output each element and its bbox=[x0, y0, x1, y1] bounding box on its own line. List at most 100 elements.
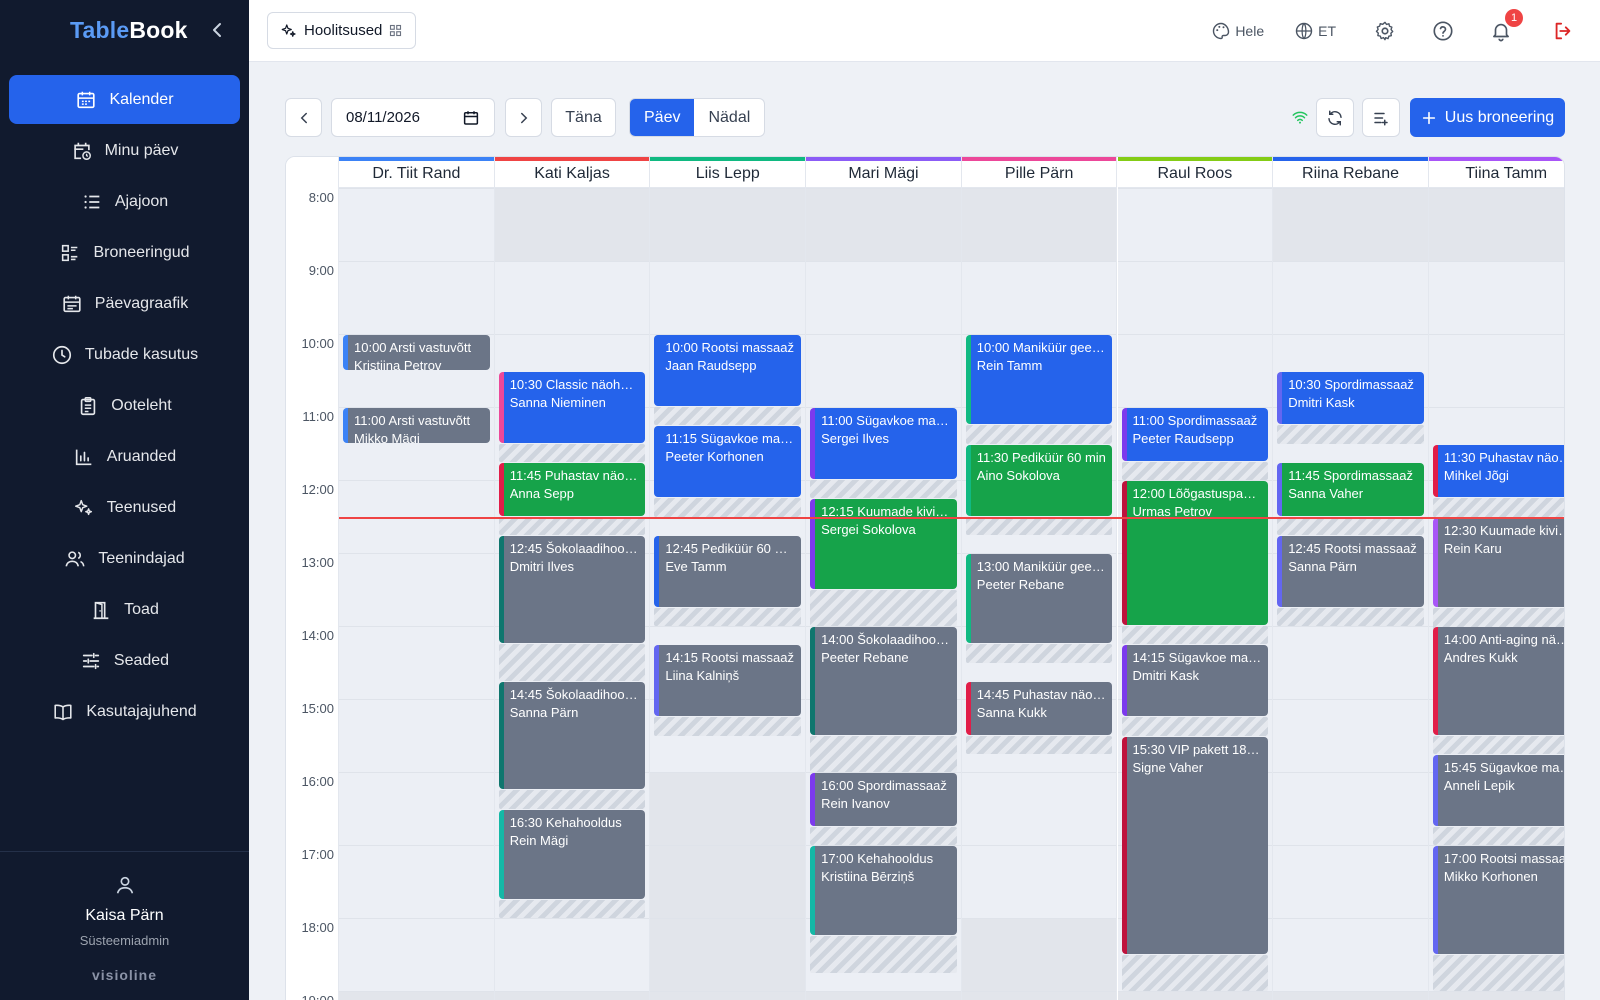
notifications-button[interactable]: 1 bbox=[1490, 9, 1523, 42]
staff-day-slots[interactable]: 11:00 Spordimassaaž Peeter Raudsepp 12:00 … bbox=[1117, 188, 1273, 1000]
appointment-client: Dmitri Kask bbox=[1288, 394, 1355, 410]
date-input[interactable]: 08/11/2026 bbox=[331, 98, 495, 137]
staff-day-slots[interactable]: 11:30 Puhastav näohooldus Mihkel Jõgi 12:3… bbox=[1428, 188, 1564, 1000]
sidebar-item-seaded[interactable]: Seaded bbox=[9, 636, 240, 685]
appointment-card[interactable]: 14:00 Šokolaadihooldus Peeter Rebane bbox=[810, 627, 957, 735]
appointment-card[interactable]: 10:00 Maniküür geellakiga Rein Tamm bbox=[965, 335, 1113, 425]
plus-icon bbox=[1422, 111, 1435, 124]
staff-day-slots[interactable]: 10:00 Arsti vastuvõtt Kristiina Petrov 11:… bbox=[339, 188, 494, 1000]
appointment-card[interactable]: 11:45 Puhastav näohooldus Anna Sepp bbox=[498, 462, 646, 516]
sidebar-item-teenused[interactable]: Teenused bbox=[9, 483, 240, 532]
help-button[interactable] bbox=[1432, 20, 1454, 42]
appointment-card[interactable]: 16:30 Kehahooldus Rein Mägi bbox=[498, 809, 646, 899]
staff-day-slots[interactable]: 10:30 Spordimassaaž Dmitri Kask 11:45 Spor… bbox=[1273, 188, 1428, 1000]
appointment-card[interactable]: 14:45 Puhastav näohooldus Sanna Kukk bbox=[965, 681, 1113, 735]
appointment-card[interactable]: 12:00 Lõõgastuspakett Urmas Petrov bbox=[1121, 481, 1269, 625]
door-icon bbox=[93, 601, 109, 619]
staff-day-slots[interactable]: 11:00 Sügavkoe massaaž Sergei Ilves 12:15 … bbox=[806, 188, 961, 1000]
sidebar-item-kalender[interactable]: Kalender bbox=[9, 75, 240, 124]
appointment-card[interactable]: 11:30 Pediküür 60 min Aino Sokolova bbox=[965, 444, 1113, 516]
appointment-card[interactable]: 17:00 Rootsi massaaž Mikko Korhonen bbox=[1432, 846, 1564, 954]
theme-toggle[interactable]: Hele bbox=[1211, 21, 1264, 41]
appointment-card[interactable]: 10:00 Arsti vastuvõtt Kristiina Petrov bbox=[343, 335, 490, 370]
next-day-button[interactable] bbox=[505, 98, 542, 137]
settings-button[interactable] bbox=[1374, 20, 1396, 42]
staff-header[interactable]: Raul Roos bbox=[1117, 157, 1273, 188]
waitlist-button[interactable] bbox=[1362, 98, 1400, 137]
sparkles-icon bbox=[281, 23, 296, 37]
appointment-card[interactable]: 15:45 Sügavkoe massaaž Anneli Lepik bbox=[1432, 754, 1564, 826]
sidebar-item-toad[interactable]: Toad bbox=[9, 585, 240, 634]
sidebar-item-ooteleht[interactable]: Ooteleht bbox=[9, 381, 240, 430]
appointment-card[interactable]: 11:30 Puhastav näohooldus Mihkel Jõgi bbox=[1432, 444, 1564, 498]
appointment-title: 17:00 Kehahooldus bbox=[821, 851, 934, 866]
staff-header[interactable]: Liis Lepp bbox=[650, 157, 806, 188]
app-logo[interactable]: TableBook bbox=[70, 17, 188, 44]
staff-header[interactable]: Pille Pärn bbox=[961, 157, 1117, 188]
new-booking-button[interactable]: Uus broneering bbox=[1410, 98, 1565, 137]
appointment-card[interactable]: 14:15 Rootsi massaaž Liina Kalniņš bbox=[654, 645, 802, 717]
view-day-button[interactable]: Päev bbox=[630, 99, 695, 136]
appointment-card[interactable]: 11:00 Arsti vastuvõtt Mikko Mägi bbox=[343, 408, 490, 443]
chevron-left-icon bbox=[213, 23, 221, 37]
staff-day-slots[interactable]: 10:00 Maniküür geellakiga Rein Tamm 11:30 … bbox=[961, 188, 1117, 1000]
staff-day-slots[interactable]: 10:00 Rootsi massaaž Jaan Raudsepp 11:15 S… bbox=[650, 188, 806, 1000]
language-switcher[interactable]: ET bbox=[1294, 21, 1336, 41]
hour-gridline bbox=[1428, 261, 1564, 262]
appointment-card[interactable]: 11:00 Spordimassaaž Peeter Raudsepp bbox=[1121, 408, 1269, 461]
sidebar-item-minu-päev[interactable]: Minu päev bbox=[9, 126, 240, 175]
appointment-card[interactable]: 12:45 Šokolaadihooldus Dmitri Ilves bbox=[498, 535, 646, 644]
today-button[interactable]: Täna bbox=[551, 98, 616, 137]
staff-header[interactable]: Mari Mägi bbox=[806, 157, 961, 188]
prev-day-button[interactable] bbox=[285, 98, 322, 137]
staff-header[interactable]: Dr. Tiit Rand bbox=[339, 157, 494, 188]
appointment-card[interactable]: 12:15 Kuumade kivide massaažSergei Sokol… bbox=[810, 499, 957, 589]
notification-badge: 1 bbox=[1505, 9, 1523, 27]
refresh-button[interactable] bbox=[1316, 98, 1354, 137]
buffer-time bbox=[1277, 425, 1424, 444]
staff-day-slots[interactable]: 10:30 Classic näohooldus Sanna Nieminen 11… bbox=[494, 188, 650, 1000]
module-switcher-button[interactable]: Hoolitsused bbox=[267, 12, 417, 49]
sidebar-item-broneeringud[interactable]: Broneeringud bbox=[9, 228, 240, 277]
module-label: Hoolitsused bbox=[304, 22, 383, 39]
appointment-card[interactable]: 11:45 Spordimassaaž Sanna Vaher bbox=[1277, 462, 1424, 516]
sidebar-item-tubade-kasutus[interactable]: Tubade kasutus bbox=[9, 330, 240, 379]
appointment-card[interactable]: 12:45 Pediküür 60 min Eve Tamm bbox=[654, 535, 802, 607]
appointment-client: Mikko Korhonen bbox=[1443, 869, 1538, 884]
sidebar-item-label: Päevagraafik bbox=[94, 294, 189, 312]
buffer-time bbox=[810, 589, 957, 626]
staff-header[interactable]: Kati Kaljas bbox=[494, 157, 650, 188]
appointment-card[interactable]: 12:45 Rootsi massaaž Sanna Pärn bbox=[1277, 535, 1424, 607]
appointment-card[interactable]: 10:30 Classic näohooldus Sanna Nieminen bbox=[498, 371, 646, 443]
collapse-sidebar-button[interactable] bbox=[205, 18, 229, 42]
sidebar-item-ajajoon[interactable]: Ajajoon bbox=[9, 177, 240, 226]
appointment-card[interactable]: 14:00 Anti-aging näohooldus Andres Kukk bbox=[1432, 627, 1564, 735]
appointment-card[interactable]: 12:30 Kuumade kivide massaaž Rein Karu bbox=[1432, 517, 1564, 607]
logout-button[interactable] bbox=[1552, 20, 1574, 42]
time-label: 8:00 bbox=[308, 190, 334, 205]
appointment-card[interactable]: 14:45 Šokolaadihooldus Sanna Pärn bbox=[498, 681, 646, 790]
sidebar-item-aruanded[interactable]: Aruanded bbox=[9, 432, 240, 481]
user-profile[interactable]: Kaisa Pärn Süsteemiadmin bbox=[0, 874, 249, 948]
appointment-card[interactable]: 10:30 Spordimassaaž Dmitri Kask bbox=[1277, 371, 1424, 425]
appointment-card[interactable]: 15:30 VIP pakett 180 min Signe Vaher bbox=[1121, 736, 1269, 954]
calendar-icon[interactable] bbox=[462, 109, 480, 127]
appointment-card[interactable]: 11:15 Sügavkoe massaaž Peeter Korhonen bbox=[654, 426, 802, 498]
appointment-card[interactable]: 10:00 Rootsi massaaž Jaan Raudsepp bbox=[654, 335, 802, 406]
appointment-card[interactable]: 13:00 Maniküür geellakiga Peeter Rebane bbox=[965, 554, 1113, 644]
sidebar-item-päevagraafik[interactable]: Päevagraafik bbox=[9, 279, 240, 328]
buffer-time bbox=[654, 498, 802, 517]
hour-gridline bbox=[806, 334, 961, 335]
hour-gridline bbox=[1273, 845, 1428, 846]
staff-header[interactable]: Tiina Tamm bbox=[1428, 157, 1564, 188]
appointment-card[interactable]: 16:00 Spordimassaaž Rein Ivanov bbox=[810, 773, 957, 826]
appointment-card[interactable]: 17:00 Kehahooldus Kristiina Bērziņš bbox=[810, 846, 957, 936]
sidebar-item-kasutajajuhend[interactable]: Kasutajajuhend bbox=[9, 687, 240, 736]
appointment-card[interactable]: 14:15 Sügavkoe massaaž Dmitri Kask bbox=[1121, 645, 1269, 717]
staff-header[interactable]: Riina Rebane bbox=[1273, 157, 1428, 188]
view-week-button[interactable]: Nädal bbox=[694, 99, 764, 136]
appointment-card[interactable]: 11:00 Sügavkoe massaaž Sergei Ilves bbox=[810, 408, 957, 479]
hour-gridline bbox=[339, 918, 494, 919]
sidebar-item-teenindajad[interactable]: Teenindajad bbox=[9, 534, 240, 583]
appointment-title: 14:15 Sügavkoe massaaž bbox=[1132, 650, 1263, 666]
